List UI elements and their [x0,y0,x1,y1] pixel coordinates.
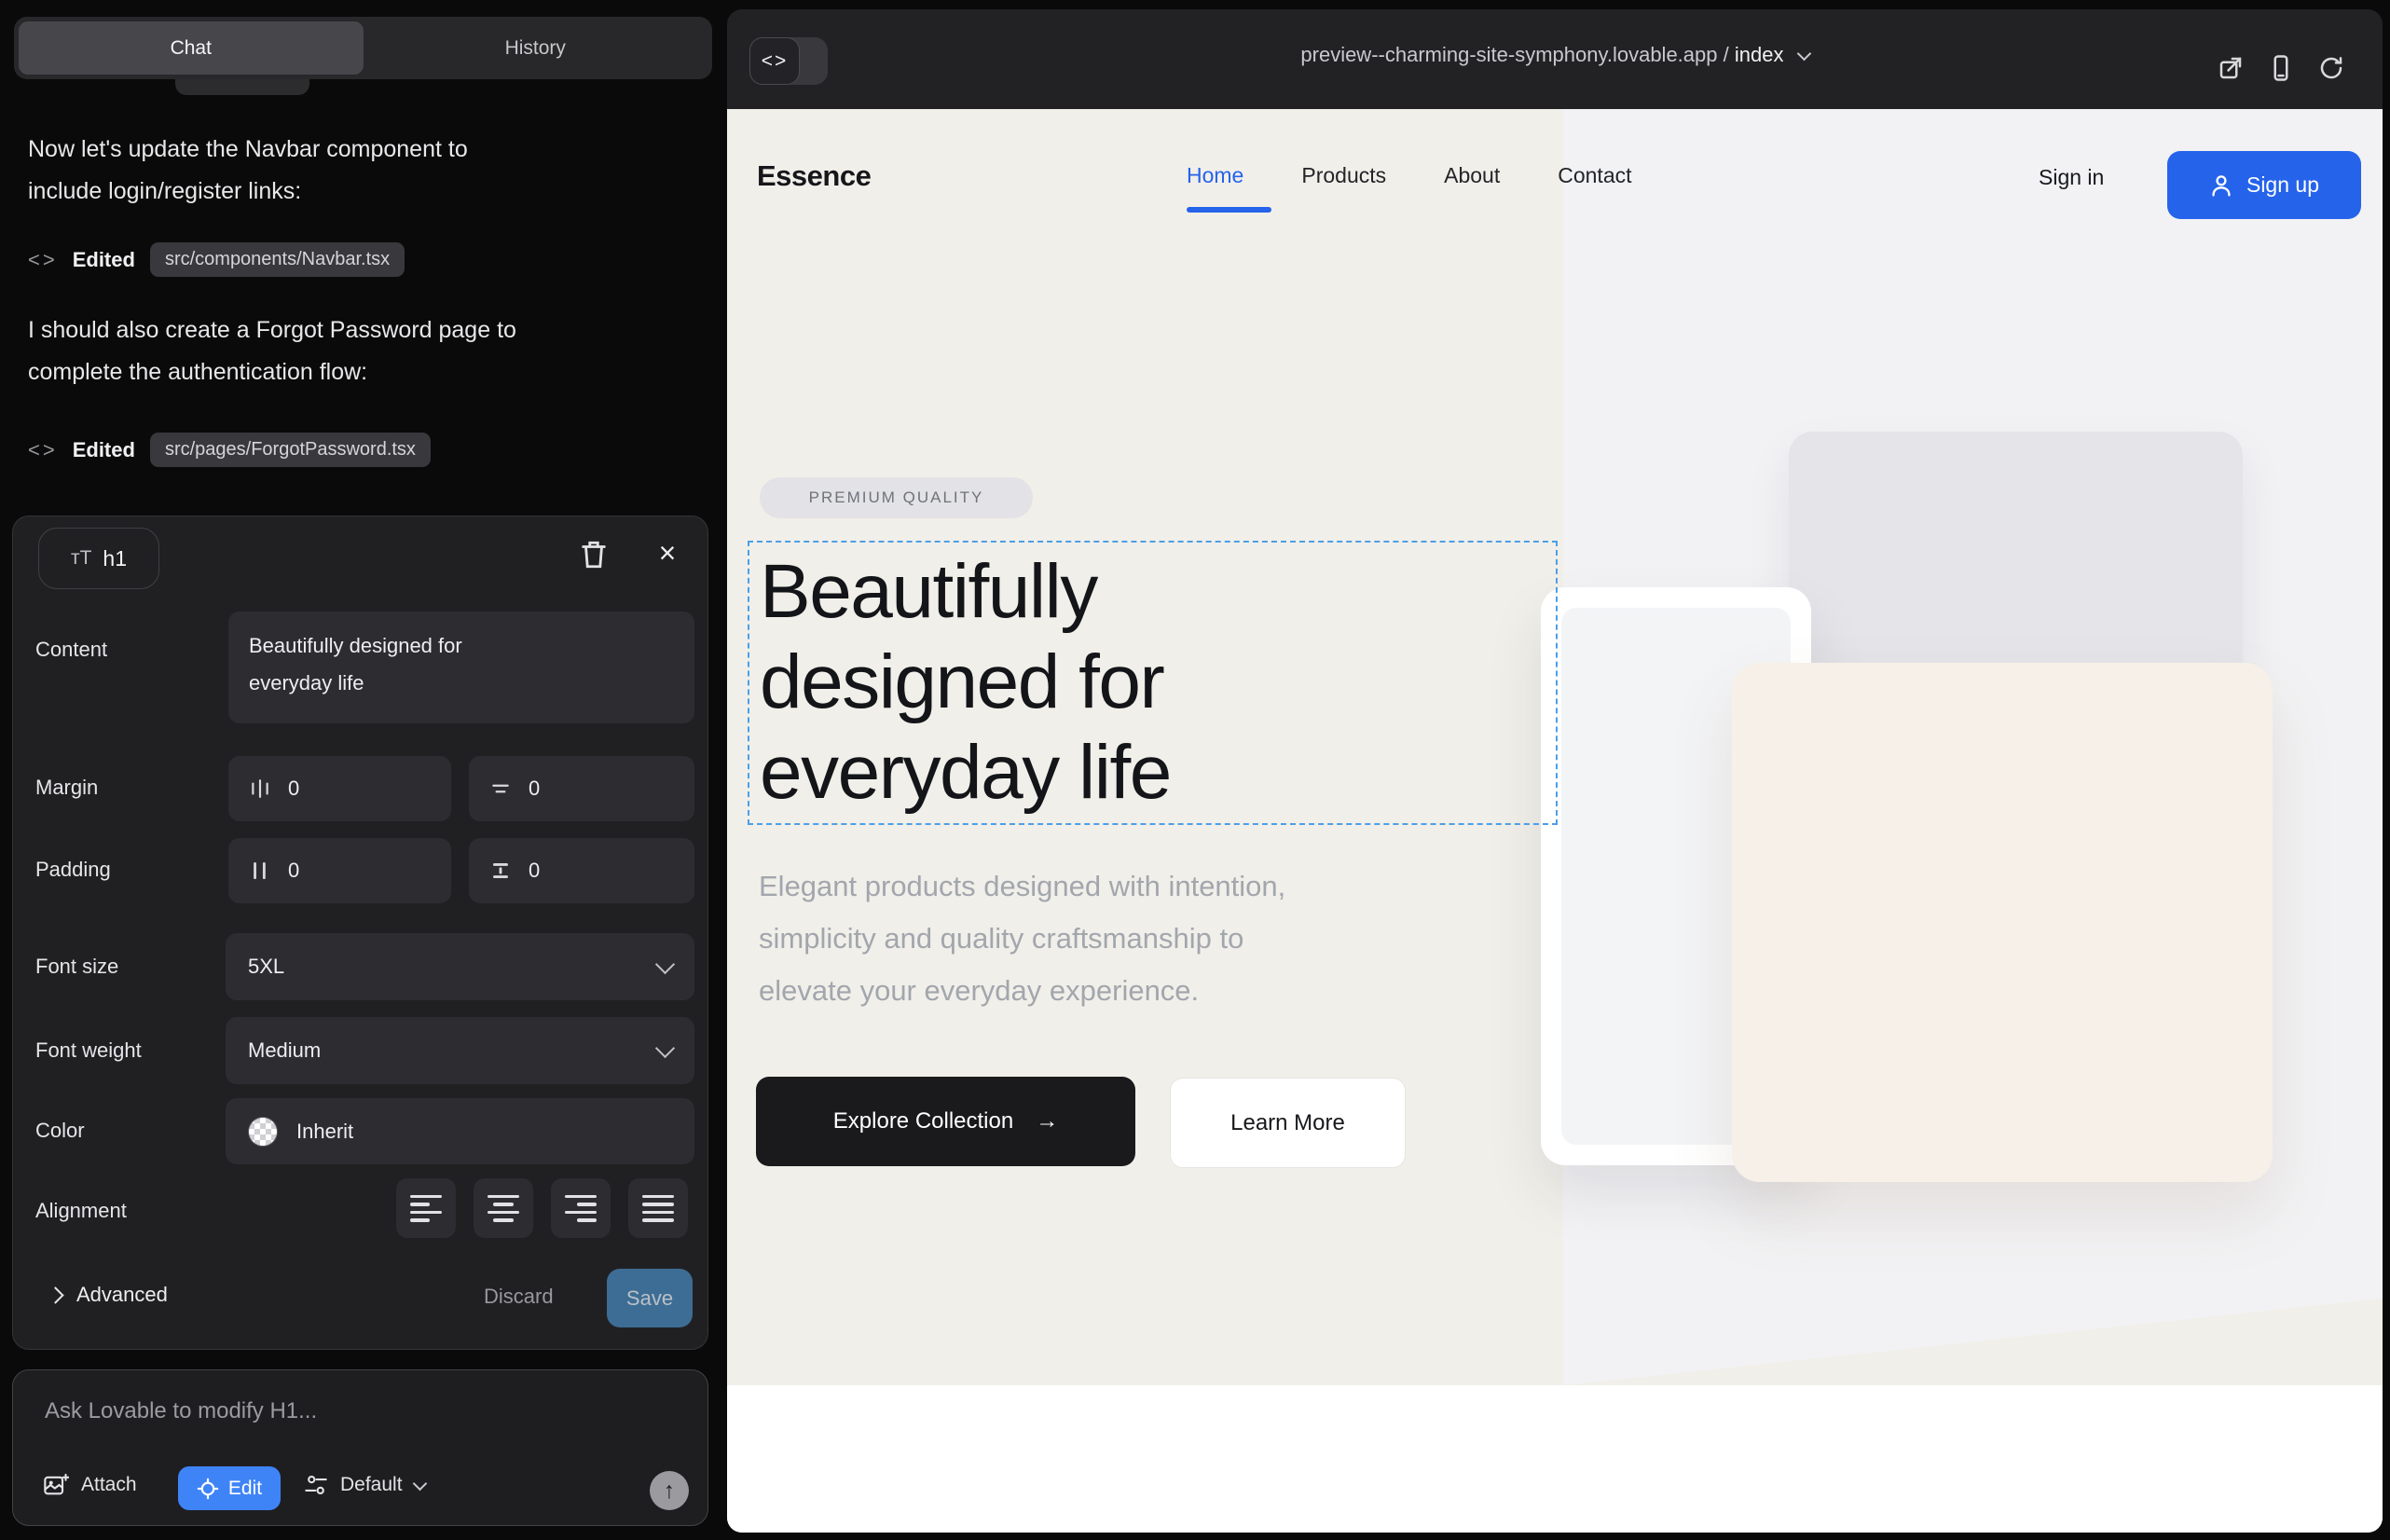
arrow-right-icon: → [1036,1108,1058,1134]
align-right-icon [565,1195,597,1222]
edit-mode-button[interactable]: Edit [178,1466,281,1510]
ask-input[interactable]: Ask Lovable to modify H1... [45,1398,317,1424]
delete-element-button[interactable] [578,537,610,572]
chevron-down-icon [655,954,675,973]
image-plus-icon [43,1473,69,1497]
align-justify-button[interactable] [628,1178,688,1238]
nav-contact[interactable]: Contact [1558,163,1631,188]
mobile-view-icon[interactable] [2267,54,2295,82]
align-center-button[interactable] [474,1178,533,1238]
color-label: Color [35,1119,85,1143]
discard-button[interactable]: Discard [484,1285,554,1309]
sign-up-button[interactable]: Sign up [2167,151,2361,219]
arrow-up-icon: ↑ [664,1478,676,1505]
color-select[interactable]: Inherit [226,1098,694,1164]
scrolled-badge-peek [175,79,309,95]
typography-icon: тT [71,547,91,570]
lovable-workspace: Chat History Now let's update the Navbar… [0,0,2390,1540]
close-icon[interactable]: × [651,535,684,571]
chat-composer: Ask Lovable to modify H1... Attach Edit [12,1369,708,1526]
tab-history[interactable]: History [364,21,708,75]
decor-card-beige [1732,663,2273,1182]
edited-label: Edited [73,248,135,272]
url-bar[interactable]: preview--charming-site-symphony.lovable.… [727,43,2383,67]
nav-home-underline [1187,207,1271,213]
code-icon: <> [28,438,58,462]
font-size-label: Font size [35,955,118,979]
refresh-icon[interactable] [2317,54,2345,82]
assistant-message: Now let's update the Navbar component to… [28,129,692,213]
send-button[interactable]: ↑ [650,1471,689,1510]
content-label: Content [35,638,107,662]
margin-y-input[interactable]: 0 [469,756,694,821]
align-center-icon [488,1195,519,1222]
next-section [727,1385,2383,1533]
assistant-message: I should also create a Forgot Password p… [28,309,692,393]
chevron-down-icon [655,1038,675,1057]
padding-x-input[interactable]: 0 [228,838,451,903]
preview-browser: <> preview--charming-site-symphony.lovab… [727,9,2383,1533]
site-nav: Home Products About Contact [1187,163,1632,188]
sign-in-link[interactable]: Sign in [2039,165,2104,190]
edited-file-row: <> Edited src/components/Navbar.tsx [28,242,405,277]
code-icon: <> [28,248,58,272]
attach-button[interactable]: Attach [43,1473,137,1497]
selection-outline[interactable]: Beautifully designed for everyday life [748,541,1558,825]
hero-heading[interactable]: Beautifully designed for everyday life [760,546,1171,818]
explore-collection-button[interactable]: Explore Collection → [756,1077,1135,1166]
nav-about[interactable]: About [1444,163,1500,188]
edited-label: Edited [73,438,135,462]
hero-paragraph: Elegant products designed with intention… [759,860,1285,1017]
chevron-down-icon [1796,47,1811,62]
padding-y-input[interactable]: 0 [469,838,694,903]
margin-vertical-icon [489,777,512,800]
padding-label: Padding [35,858,111,882]
url-host: preview--charming-site-symphony.lovable.… [1300,43,1717,66]
tab-chat[interactable]: Chat [19,21,364,75]
chevron-right-icon [47,1286,63,1303]
margin-horizontal-icon [249,777,271,800]
align-left-button[interactable] [396,1178,456,1238]
margin-label: Margin [35,776,98,800]
mode-select[interactable]: Default [304,1473,425,1497]
edited-file-row: <> Edited src/pages/ForgotPassword.tsx [28,433,431,467]
panel-tabbar: Chat History [14,17,712,79]
font-weight-select[interactable]: Medium [226,1017,694,1084]
padding-horizontal-icon [249,859,271,882]
sliders-icon [304,1473,328,1497]
element-editor-panel: тT h1 × Content Beautifully designed for… [12,516,708,1350]
color-swatch-icon [248,1117,278,1147]
file-badge[interactable]: src/components/Navbar.tsx [150,242,405,277]
site-logo[interactable]: Essence [757,159,871,193]
font-size-select[interactable]: 5XL [226,933,694,1000]
align-left-icon [410,1195,442,1222]
alignment-label: Alignment [35,1199,127,1223]
save-button[interactable]: Save [607,1269,693,1327]
align-justify-icon [642,1195,674,1222]
site-preview: Essence Home Products About Contact Sign… [727,109,2383,1533]
font-weight-label: Font weight [35,1038,142,1063]
file-badge[interactable]: src/pages/ForgotPassword.tsx [150,433,431,467]
content-input[interactable]: Beautifully designed for everyday life [228,612,694,723]
learn-more-button[interactable]: Learn More [1170,1078,1406,1168]
advanced-toggle[interactable]: Advanced [49,1283,168,1307]
element-tag-label: h1 [103,546,127,571]
browser-actions [2217,54,2345,82]
premium-quality-badge: PREMIUM QUALITY [760,477,1033,518]
nav-products[interactable]: Products [1301,163,1386,188]
margin-x-input[interactable]: 0 [228,756,451,821]
open-external-icon[interactable] [2217,54,2245,82]
align-right-button[interactable] [551,1178,611,1238]
nav-home[interactable]: Home [1187,163,1243,188]
user-icon [2209,173,2233,198]
padding-vertical-icon [489,859,512,882]
chevron-down-icon [412,1476,427,1491]
crosshair-icon [197,1478,219,1500]
element-tag-pill: тT h1 [38,528,159,589]
